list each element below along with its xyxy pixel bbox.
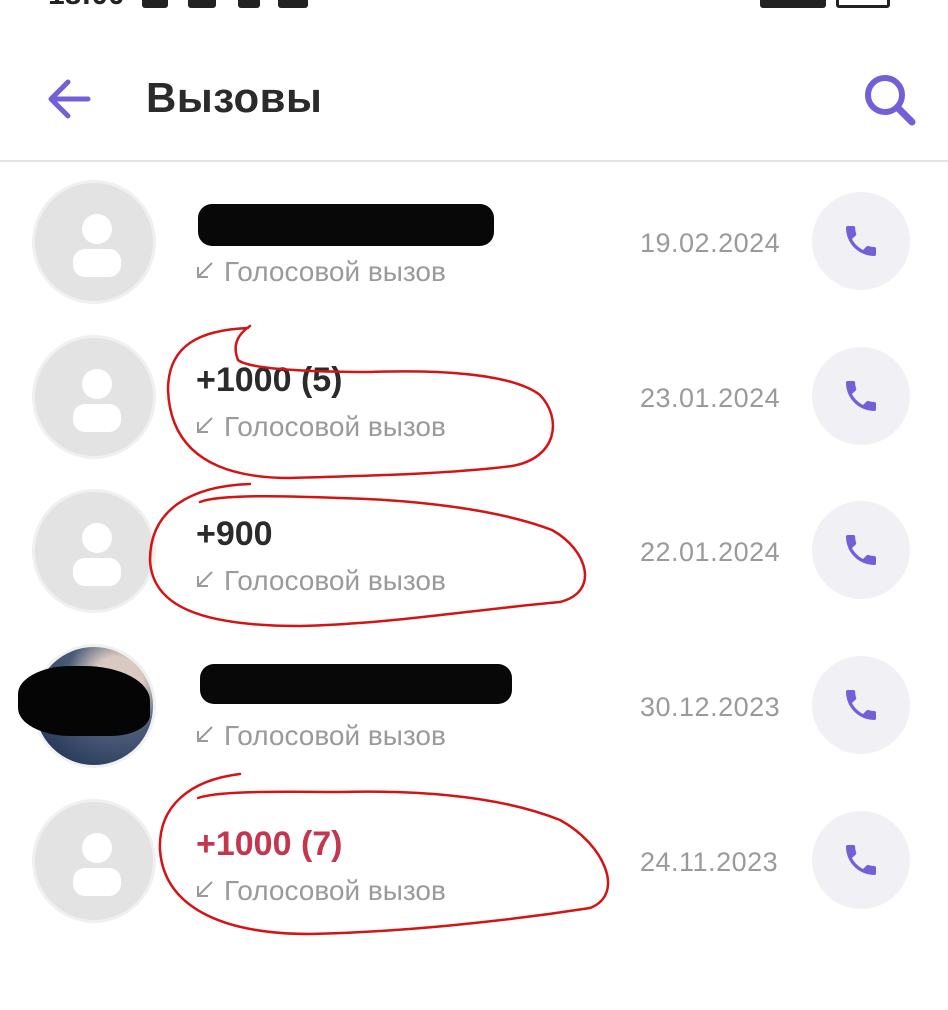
contact-name-missed: +1000 (7) [196,825,343,863]
phone-icon [846,381,876,411]
app-header: Вызовы [0,40,948,162]
phone-icon [846,535,876,565]
back-button[interactable] [42,72,96,126]
notification-icon [142,0,168,8]
call-type: Голосовой вызов [194,875,446,907]
avatar [32,180,156,304]
contact-name: +1000 (5) [196,361,343,399]
search-button[interactable] [860,70,920,130]
call-type-label: Голосовой вызов [224,256,446,287]
call-date: 23.01.2024 [640,383,781,413]
battery-icon [836,0,890,8]
page-title: Вызовы [146,74,323,121]
call-type-label: Голосовой вызов [224,720,446,751]
app-status-icon [278,0,308,8]
avatar [32,489,156,613]
phone-icon [846,226,876,256]
person-icon [73,214,121,277]
redaction-mark [18,666,150,736]
incoming-call-icon [197,262,213,278]
call-button[interactable] [812,347,910,445]
incoming-call-icon [197,417,213,433]
call-button[interactable] [812,192,910,290]
call-type-label: Голосовой вызов [224,411,446,442]
status-time: 18:00 [48,0,125,12]
call-row[interactable]: +1000 (7) Голосовой вызов 24.11.2023 [0,799,948,953]
avatar [32,335,156,459]
signal-icon [760,0,826,8]
incoming-call-icon [197,881,213,897]
call-row[interactable]: Голосовой вызов 30.12.2023 [0,644,948,798]
call-date: 24.11.2023 [640,847,779,877]
phone-icon [846,690,876,720]
status-bar: 18:00 [0,0,948,12]
call-type: Голосовой вызов [194,256,446,288]
call-date: 30.12.2023 [640,692,781,722]
call-row[interactable]: Голосовой вызов 19.02.2024 [0,180,948,334]
call-type: Голосовой вызов [194,411,446,443]
call-type-label: Голосовой вызов [224,565,446,596]
call-row[interactable]: +900 Голосовой вызов 22.01.2024 [0,489,948,643]
redaction-mark [198,204,494,246]
arrow-left-icon [48,79,91,119]
grid-icon [188,0,216,8]
incoming-call-icon [197,571,213,587]
call-row[interactable]: +1000 (5) Голосовой вызов 23.01.2024 [0,335,948,489]
redaction-mark [200,664,512,704]
call-type: Голосовой вызов [194,565,446,597]
avatar [32,799,156,923]
person-icon [73,523,121,586]
person-icon [73,369,121,432]
call-date: 19.02.2024 [640,228,781,258]
person-icon [73,833,121,896]
call-date: 22.01.2024 [640,537,781,567]
contact-name: +900 [196,515,273,553]
call-type: Голосовой вызов [194,720,446,752]
call-button[interactable] [812,656,910,754]
search-status-icon [238,0,260,8]
phone-icon [846,845,876,875]
call-button[interactable] [812,811,910,909]
search-icon [865,75,916,126]
incoming-call-icon [197,726,213,742]
call-button[interactable] [812,501,910,599]
call-type-label: Голосовой вызов [224,875,446,906]
